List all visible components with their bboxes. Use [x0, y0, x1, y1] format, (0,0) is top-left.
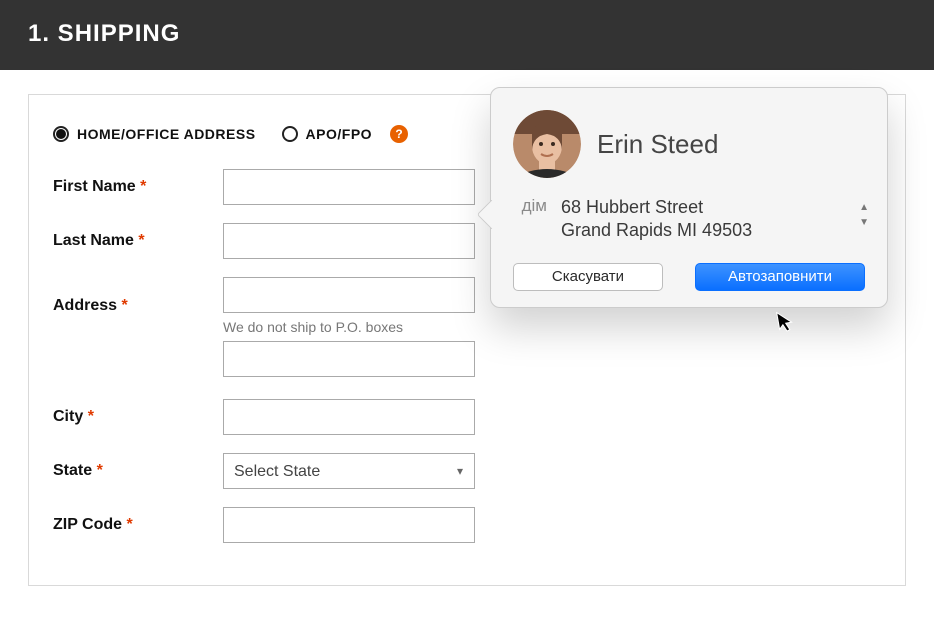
required-mark: * — [97, 462, 103, 479]
page-header: 1. SHIPPING — [0, 0, 934, 70]
avatar-icon — [513, 110, 581, 178]
autofill-popover: Erin Steed дім 68 Hubbert Street Grand R… — [490, 87, 888, 308]
required-mark: * — [88, 408, 94, 425]
address-type-home-radio[interactable]: HOME/OFFICE ADDRESS — [53, 126, 256, 142]
label-text: State — [53, 462, 92, 479]
avatar — [513, 110, 581, 178]
zip-label: ZIP Code * — [53, 516, 223, 534]
last-name-input[interactable] — [223, 223, 475, 259]
row-state: State * Select State ▾ — [53, 453, 881, 489]
required-mark: * — [127, 516, 133, 533]
address-input[interactable] — [223, 277, 475, 313]
radio-label: APO/FPO — [306, 126, 373, 142]
row-zip: ZIP Code * — [53, 507, 881, 543]
required-mark: * — [121, 297, 127, 314]
chevron-down-icon: ▼ — [859, 217, 869, 228]
contact-header: Erin Steed — [513, 110, 865, 178]
header-title: 1. SHIPPING — [28, 20, 180, 47]
address-stepper[interactable]: ▲ ▼ — [859, 202, 869, 228]
radio-label: HOME/OFFICE ADDRESS — [77, 126, 256, 142]
contact-name: Erin Steed — [597, 129, 718, 160]
address2-input[interactable] — [223, 341, 475, 377]
label-text: ZIP Code — [53, 516, 122, 533]
row-city: City * — [53, 399, 881, 435]
state-label: State * — [53, 462, 223, 480]
first-name-label: First Name * — [53, 178, 223, 196]
radio-icon — [53, 126, 69, 142]
label-text: First Name — [53, 178, 136, 195]
last-name-label: Last Name * — [53, 232, 223, 250]
contact-address: 68 Hubbert Street Grand Rapids MI 49503 — [561, 196, 865, 243]
city-label: City * — [53, 408, 223, 426]
label-text: City — [53, 408, 83, 425]
address-line2: Grand Rapids MI 49503 — [561, 219, 865, 242]
row-address2 — [53, 341, 881, 377]
city-input[interactable] — [223, 399, 475, 435]
autofill-button[interactable]: Автозаповнити — [695, 263, 865, 291]
help-icon[interactable]: ? — [390, 125, 408, 143]
label-text: Address — [53, 297, 117, 314]
address-line1: 68 Hubbert Street — [561, 196, 865, 219]
address-label: Address * — [53, 297, 223, 315]
radio-icon — [282, 126, 298, 142]
address-hint: We do not ship to P.O. boxes — [223, 319, 475, 335]
chevron-up-icon: ▲ — [859, 202, 869, 213]
address-type-apo-radio[interactable]: APO/FPO — [282, 126, 373, 142]
state-select[interactable]: Select State — [223, 453, 475, 489]
popover-buttons: Скасувати Автозаповнити — [513, 263, 865, 291]
address-type-label: дім — [513, 196, 547, 243]
cancel-button[interactable]: Скасувати — [513, 263, 663, 291]
first-name-input[interactable] — [223, 169, 475, 205]
contact-address-row: дім 68 Hubbert Street Grand Rapids MI 49… — [513, 196, 865, 243]
zip-input[interactable] — [223, 507, 475, 543]
label-text: Last Name — [53, 232, 134, 249]
required-mark: * — [138, 232, 144, 249]
required-mark: * — [140, 178, 146, 195]
